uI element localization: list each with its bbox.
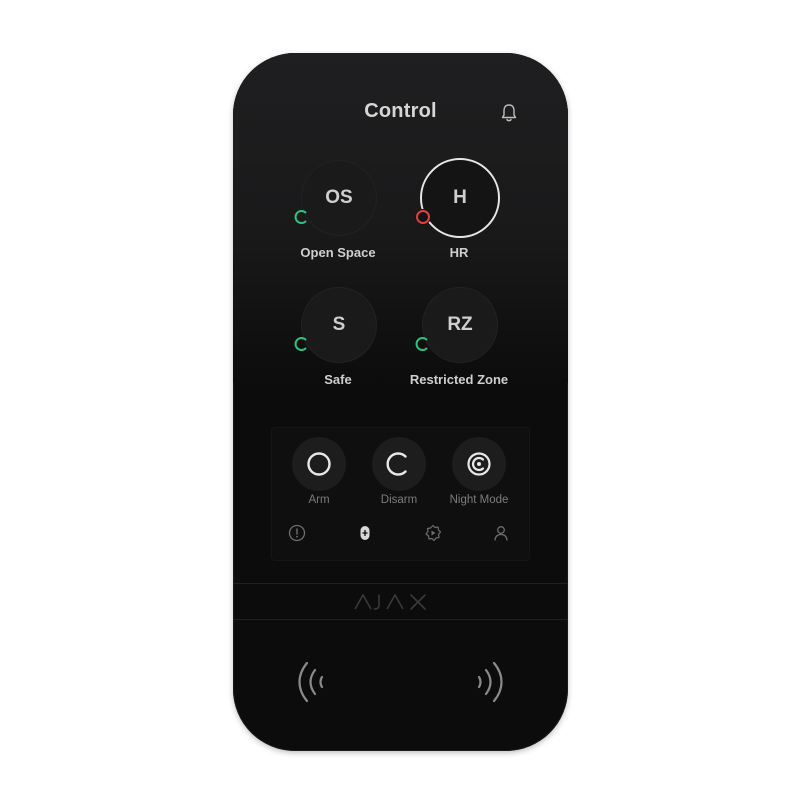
disarmed-status-icon [294, 337, 307, 351]
group-abbreviation: OS [325, 187, 353, 208]
disarm-button[interactable] [372, 437, 426, 491]
disarmed-status-icon [415, 337, 428, 351]
alarm-tab-icon[interactable] [287, 523, 307, 543]
night-mode-icon [467, 452, 491, 476]
arm-button[interactable] [292, 437, 346, 491]
keypad-device: Control OS Open Space H HR S Safe RZ Res… [233, 53, 568, 751]
group-name: HR [449, 245, 469, 260]
divider [233, 583, 568, 584]
armed-status-icon [415, 209, 431, 225]
group-name: Restricted Zone [409, 372, 509, 387]
night-mode-button[interactable] [452, 437, 506, 491]
divider [233, 619, 568, 620]
contactless-right-icon [477, 661, 503, 703]
mode-label: Night Mode [449, 494, 509, 506]
control-tab-icon[interactable] [355, 523, 375, 543]
disarm-icon [386, 452, 407, 476]
group-restricted-zone[interactable]: RZ Restricted Zone [384, 287, 534, 397]
arm-icon [307, 452, 331, 476]
group-abbreviation: S [332, 314, 346, 335]
contactless-left-icon [298, 661, 324, 703]
group-hr[interactable]: H HR [384, 158, 534, 270]
touch-screen: Control OS Open Space H HR S Safe RZ Res… [233, 53, 568, 593]
bell-icon[interactable] [499, 102, 519, 124]
disarmed-status-icon [294, 210, 307, 224]
user-tab-icon[interactable] [491, 523, 511, 543]
group-abbreviation: H [453, 187, 467, 208]
scenarios-tab-icon[interactable] [423, 523, 443, 543]
group-abbreviation: RZ [447, 314, 473, 335]
ajax-logo [354, 594, 426, 610]
